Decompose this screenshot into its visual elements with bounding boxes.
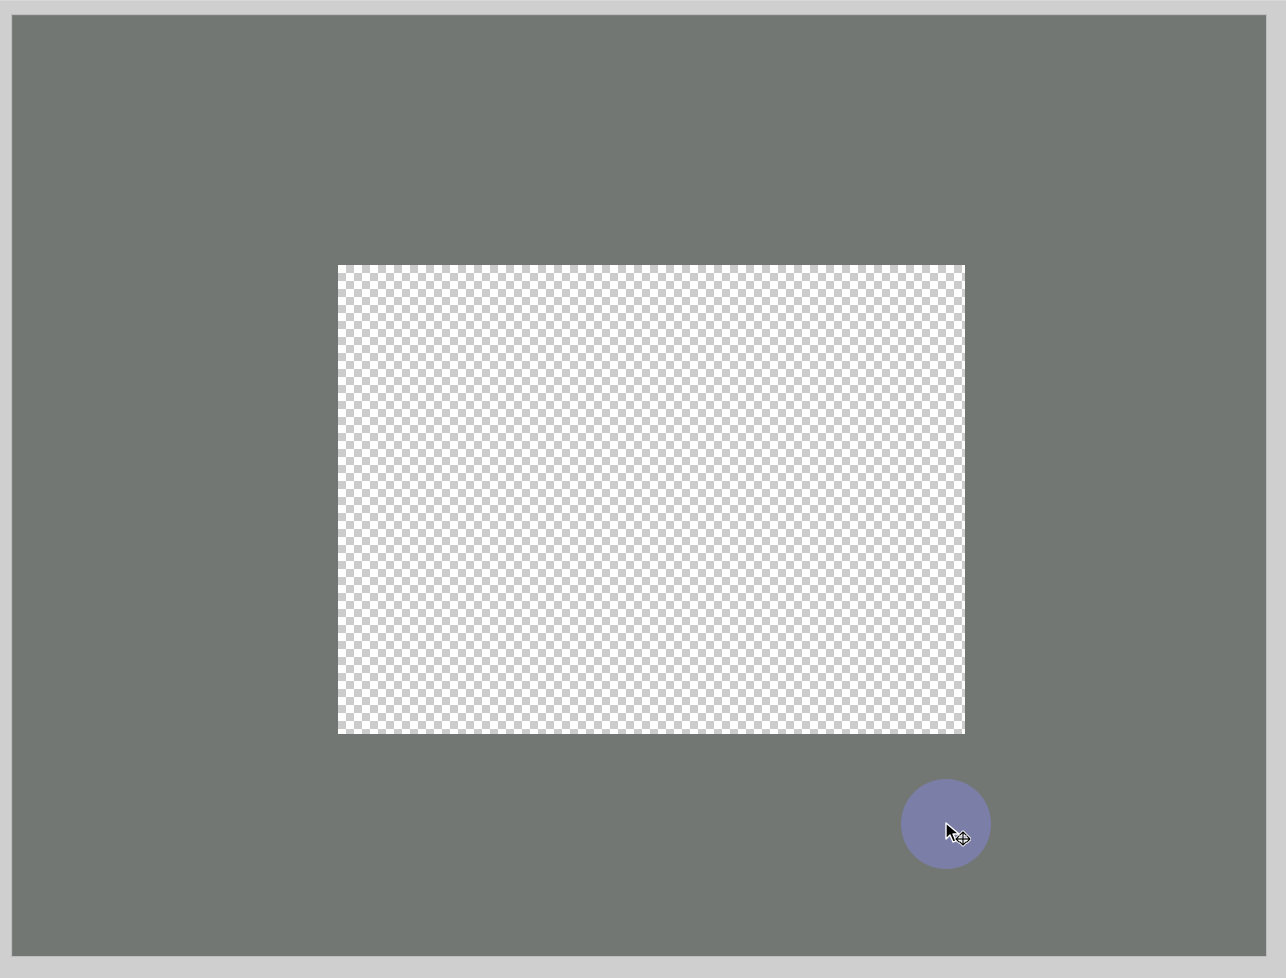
application-window [0, 0, 1286, 978]
pasteboard-workspace[interactable] [12, 15, 1266, 956]
transparent-canvas[interactable] [338, 265, 965, 734]
move-arrow-icon [945, 822, 971, 847]
